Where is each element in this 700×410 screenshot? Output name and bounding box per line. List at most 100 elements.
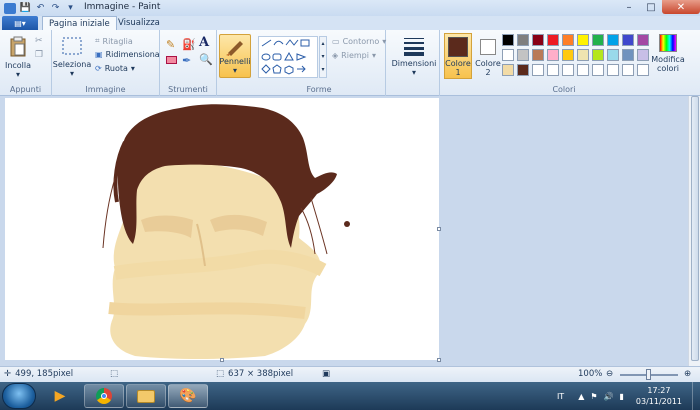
undo-icon[interactable]: ↶ xyxy=(35,3,46,14)
palette-swatch[interactable] xyxy=(502,34,514,46)
resize-handle-right[interactable] xyxy=(437,227,441,231)
zoom-in-button[interactable]: ⊕ xyxy=(684,369,691,379)
shapes-icon xyxy=(261,39,310,75)
minimize-button[interactable]: – xyxy=(618,0,640,14)
palette-swatch[interactable] xyxy=(532,49,544,61)
show-desktop-button[interactable] xyxy=(692,382,700,410)
resize-icon: ▣ xyxy=(95,50,103,59)
start-button[interactable] xyxy=(2,383,36,409)
eraser-icon[interactable] xyxy=(166,56,177,64)
palette-swatch[interactable] xyxy=(577,49,589,61)
palette-swatch[interactable] xyxy=(532,64,544,76)
taskbar-chrome[interactable] xyxy=(84,384,124,408)
line-size-icon xyxy=(404,38,424,56)
palette-swatch[interactable] xyxy=(607,49,619,61)
shapes-gallery[interactable] xyxy=(258,36,318,78)
text-icon[interactable]: A xyxy=(199,35,209,50)
select-button[interactable]: Seleziona ▾ xyxy=(53,36,91,78)
palette-swatch[interactable] xyxy=(502,49,514,61)
palette-swatch[interactable] xyxy=(592,49,604,61)
rotate-button[interactable]: ⟳ Ruota ▾ xyxy=(95,64,135,73)
group-label-colori: Colori xyxy=(552,85,576,94)
palette-swatch[interactable] xyxy=(547,49,559,61)
tab-pagina-iniziale[interactable]: Pagina iniziale xyxy=(42,16,117,30)
paint-app-icon[interactable] xyxy=(4,2,16,14)
group-forme: ▴ ▾ ▾ ▭ Contorno ▾ ◈ Riempi ▾ Forme xyxy=(253,30,386,96)
cut-icon[interactable]: ✂ xyxy=(35,36,43,46)
drawing xyxy=(102,104,350,359)
select-icon xyxy=(62,37,82,55)
ribbon-tabs: ▤▾ Pagina iniziale Visualizza xyxy=(0,16,700,30)
shapes-scroll[interactable]: ▴ ▾ ▾ xyxy=(319,36,327,78)
redo-icon[interactable]: ↷ xyxy=(50,3,61,14)
palette-swatch[interactable] xyxy=(607,34,619,46)
palette-swatch[interactable] xyxy=(502,64,514,76)
volume-icon[interactable]: 🔊 xyxy=(604,392,614,401)
palette-swatch[interactable] xyxy=(577,64,589,76)
explorer-icon xyxy=(137,389,155,403)
brush-icon xyxy=(226,41,243,56)
scroll-thumb[interactable] xyxy=(691,96,699,361)
maximize-button[interactable]: □ xyxy=(640,0,662,14)
taskbar-explorer[interactable] xyxy=(126,384,166,408)
edit-colors-button[interactable]: Modifica colori xyxy=(648,34,688,73)
palette-swatch[interactable] xyxy=(622,64,634,76)
resize-button[interactable]: ▣ Ridimensiona xyxy=(95,50,160,59)
palette-swatch[interactable] xyxy=(592,64,604,76)
language-indicator[interactable]: IT xyxy=(557,392,564,401)
palette-swatch[interactable] xyxy=(517,49,529,61)
customize-icon[interactable]: ▾ xyxy=(65,3,76,14)
color2-swatch xyxy=(480,39,496,55)
palette-swatch[interactable] xyxy=(607,64,619,76)
palette-swatch[interactable] xyxy=(517,34,529,46)
zoom-slider-thumb[interactable] xyxy=(646,369,651,380)
network-icon[interactable]: ▮ xyxy=(619,392,623,401)
drawing-canvas[interactable] xyxy=(5,98,439,360)
palette-swatch[interactable] xyxy=(532,34,544,46)
palette-swatch[interactable] xyxy=(547,34,559,46)
zoom-slider[interactable] xyxy=(620,369,678,380)
fill-button[interactable]: ◈ Riempi ▾ xyxy=(332,51,376,60)
copy-icon[interactable]: ❐ xyxy=(35,50,43,60)
color2-selector[interactable]: Colore 2 xyxy=(474,33,502,79)
outline-button[interactable]: ▭ Contorno ▾ xyxy=(332,37,386,46)
brushes-button[interactable]: Pennelli ▾ xyxy=(219,34,251,78)
size-button[interactable]: Dimensioni ▾ xyxy=(392,36,436,77)
tab-visualizza[interactable]: Visualizza xyxy=(112,16,166,30)
palette-swatch[interactable] xyxy=(622,34,634,46)
group-colori: Colore 1 Colore 2 Modifica colori Colori xyxy=(440,30,688,96)
paste-button[interactable]: Incolla ▾ xyxy=(4,36,32,79)
color-picker-icon[interactable]: ✒ xyxy=(182,54,191,67)
palette-swatch[interactable] xyxy=(547,64,559,76)
group-label-immagine: Immagine xyxy=(85,85,126,94)
group-pennelli: Pennelli ▾ xyxy=(217,30,253,96)
palette-swatch[interactable] xyxy=(592,34,604,46)
file-menu-button[interactable]: ▤▾ xyxy=(2,16,38,30)
resize-handle-bottom[interactable] xyxy=(220,358,224,362)
zoom-out-button[interactable]: ⊖ xyxy=(606,369,613,379)
fill-icon[interactable]: ⛽ xyxy=(182,38,196,51)
action-center-icon[interactable]: ⚑ xyxy=(590,392,597,401)
magnifier-icon[interactable]: 🔍 xyxy=(199,53,213,66)
paste-icon xyxy=(10,36,26,57)
vertical-scrollbar[interactable] xyxy=(688,96,700,366)
clock[interactable]: 17:27 03/11/2011 xyxy=(636,385,682,407)
resize-handle-corner[interactable] xyxy=(437,358,441,362)
crop-button[interactable]: ⌗ Ritaglia xyxy=(95,36,133,46)
taskbar-paint[interactable]: 🎨 xyxy=(168,384,208,408)
palette-swatch[interactable] xyxy=(562,64,574,76)
close-button[interactable]: ✕ xyxy=(662,0,700,14)
palette-swatch[interactable] xyxy=(577,34,589,46)
palette-swatch[interactable] xyxy=(562,34,574,46)
palette-swatch[interactable] xyxy=(562,49,574,61)
tray-expand-icon[interactable]: ▲ xyxy=(578,392,584,401)
pencil-icon[interactable]: ✎ xyxy=(166,38,175,51)
palette-swatch[interactable] xyxy=(622,49,634,61)
quick-access-toolbar: 💾 ↶ ↷ ▾ xyxy=(0,2,76,14)
color1-selector[interactable]: Colore 1 xyxy=(444,33,472,79)
save-icon[interactable]: 💾 xyxy=(20,3,31,14)
cursor-position: ✛ 499, 185pixel xyxy=(4,369,74,379)
taskbar-media-player[interactable]: ▶ xyxy=(40,384,80,408)
group-strumenti: ✎ ⛽ A ✒ 🔍 Strumenti xyxy=(160,30,217,96)
palette-swatch[interactable] xyxy=(517,64,529,76)
